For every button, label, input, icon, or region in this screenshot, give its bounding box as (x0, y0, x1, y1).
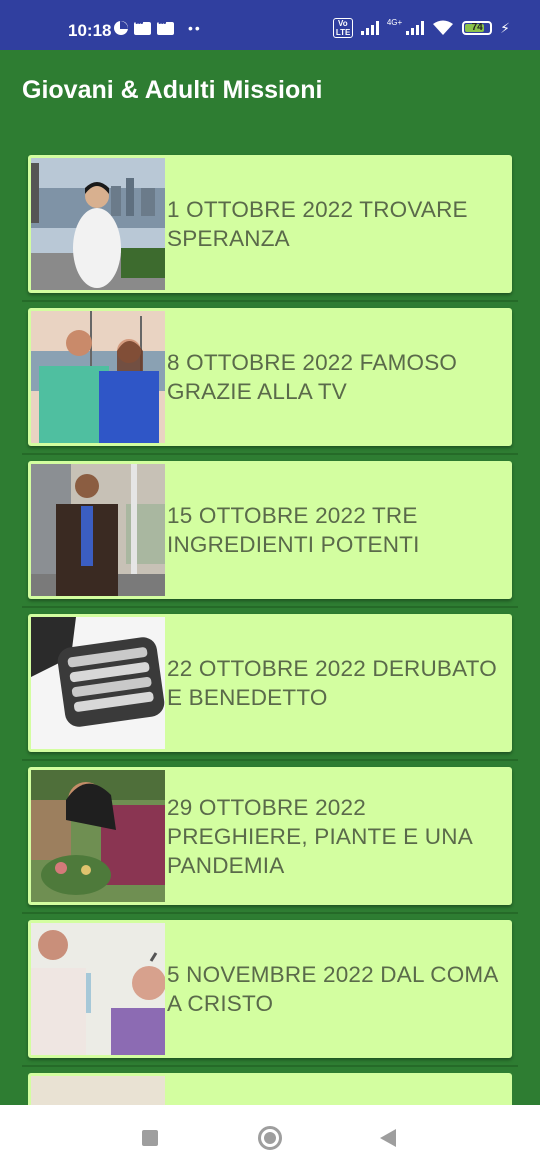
signal-icon-2 (406, 21, 425, 35)
network-type-label: 4G+ (386, 17, 403, 27)
divider (22, 606, 518, 608)
item-title: 5 NOVEMBRE 2022 DAL COMA A CRISTO (167, 962, 498, 1016)
back-triangle-icon[interactable] (380, 1129, 396, 1147)
battery-level: 74 (471, 22, 483, 33)
more-notifications-icon: •• (188, 20, 202, 36)
electric-shaver-photo (31, 617, 165, 749)
navigation-bar (0, 1105, 540, 1170)
volte-icon: Vo LTE (332, 18, 353, 38)
divider (22, 1065, 518, 1067)
list-item[interactable]: 15 OTTOBRE 2022 TRE INGREDIENTI POTENTI (28, 461, 512, 599)
recents-square-icon[interactable] (142, 1130, 158, 1146)
message-icon (134, 18, 151, 35)
home-circle-icon[interactable] (258, 1126, 282, 1150)
data-saver-icon (114, 21, 128, 35)
app-bar: Giovani & Adulti Missioni (0, 50, 540, 132)
app-title: Giovani & Adulti Missioni (22, 76, 323, 104)
woman-with-plants-photo (31, 770, 165, 902)
divider (22, 300, 518, 302)
list-item[interactable]: 5 NOVEMBRE 2022 DAL COMA A CRISTO (28, 920, 512, 1058)
charging-icon: ⚡ (500, 19, 510, 36)
man-in-blazer-photo (31, 464, 165, 596)
woman-by-harbor-photo (31, 158, 165, 290)
item-title: 8 OTTOBRE 2022 FAMOSO GRAZIE ALLA TV (167, 350, 458, 404)
notification-icons: •• (114, 18, 202, 36)
couple-at-marina-photo (31, 311, 165, 443)
signal-icon (360, 21, 379, 35)
list-item[interactable]: 22 OTTOBRE 2022 DERUBATO E BENEDETTO (28, 614, 512, 752)
list-item[interactable]: 1 OTTOBRE 2022 TROVARE SPERANZA (28, 155, 512, 293)
item-title: 1 OTTOBRE 2022 TROVARE SPERANZA (167, 197, 468, 251)
message-icon (157, 18, 174, 35)
status-time: 10:18 (68, 21, 112, 40)
item-title: 15 OTTOBRE 2022 TRE INGREDIENTI POTENTI (167, 503, 420, 557)
divider (22, 759, 518, 761)
item-title: 22 OTTOBRE 2022 DERUBATO E BENEDETTO (167, 656, 497, 710)
item-title: 29 OTTOBRE 2022 PREGHIERE, PIANTE E UNA … (167, 794, 472, 878)
list-item[interactable]: 29 OTTOBRE 2022 PREGHIERE, PIANTE E UNA … (28, 767, 512, 905)
system-icons: Vo LTE 4G+ 74 ⚡ (332, 17, 510, 38)
list-item[interactable]: 8 OTTOBRE 2022 FAMOSO GRAZIE ALLA TV (28, 308, 512, 446)
two-men-smiling-photo (31, 923, 165, 1055)
wifi-icon (433, 20, 454, 35)
status-bar: 10:18 •• Vo LTE 4G+ 74 ⚡ (0, 0, 540, 50)
divider (22, 912, 518, 914)
battery-icon: 74 (462, 21, 493, 35)
divider (22, 453, 518, 455)
